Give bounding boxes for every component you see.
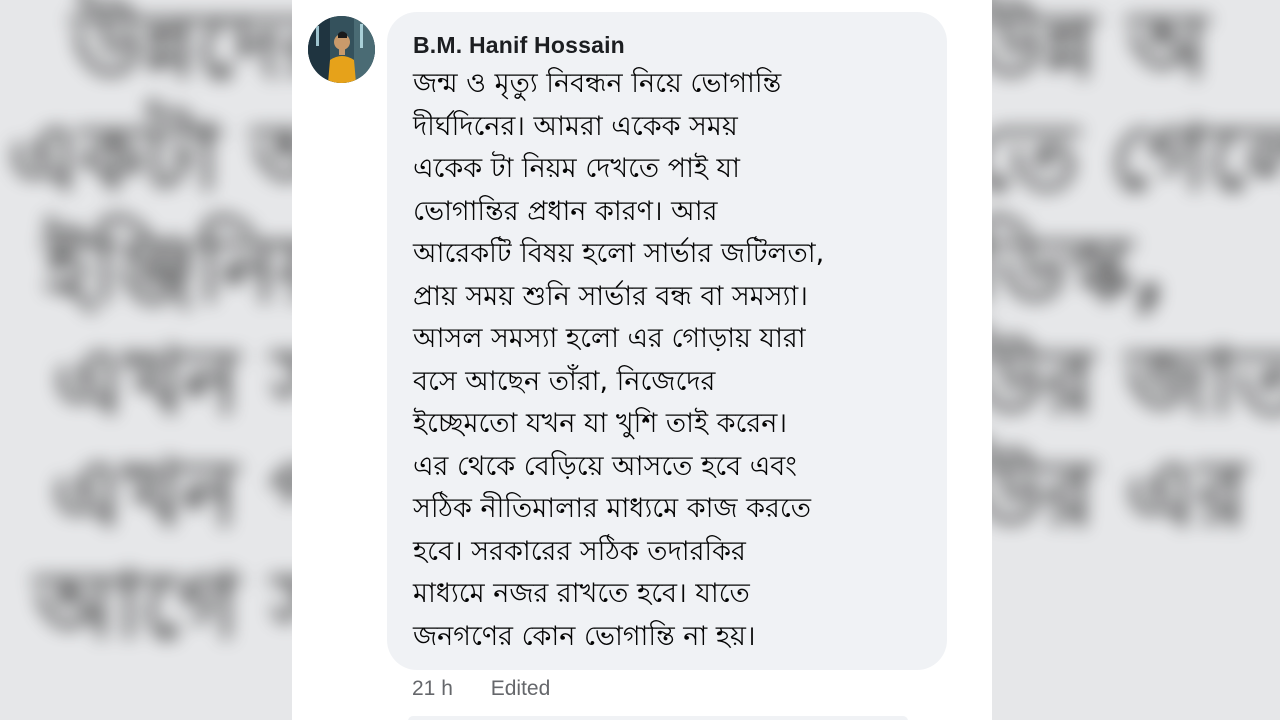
- blurred-line: উন্নদের: [71, 0, 292, 99]
- blurred-line: তে গেলে: [992, 104, 1280, 211]
- profile-photo-icon: [308, 16, 375, 83]
- avatar[interactable]: [308, 16, 375, 83]
- comment-line: দীর্ঘদিনের। আমরা একেক সময়: [413, 110, 738, 142]
- comment-line: ইচ্ছেমতো যখন যা খুশি তাই করেন।: [413, 408, 788, 439]
- comment-line: বসে আছেন তাঁরা, নিজেদের: [413, 365, 716, 397]
- comment-line: ভোগান্তির প্রধান কারণ। আর: [413, 195, 718, 227]
- comment-line: এর থেকে বেড়িয়ে আসতে হবে এবং: [413, 450, 797, 482]
- blurred-background-right: উন্ন অ তে গেলে ডিস্ক, উর জাত উর এর: [992, 0, 1280, 720]
- comment-body: জন্ম ও মৃত্যু নিবন্ধন নিয়ে ভোগান্তি দীর…: [413, 63, 923, 658]
- blurred-background-left: উন্নদের একটা অ ইঞ্জিনিয় এখন স এখন প আগে…: [0, 0, 292, 720]
- next-comment-bubble: [408, 716, 908, 720]
- comment-line: জনগণের কোন ভোগান্তি না হয়।: [413, 620, 756, 652]
- comment-line: আসল সমস্যা হলো এর গোড়ায় যারা: [413, 323, 806, 354]
- comment-line: আরেকটি বিষয় হলো সার্ভার জটিলতা,: [413, 238, 825, 269]
- comment-line: জন্ম ও মৃত্যু নিবন্ধন নিয়ে ভোগান্তি: [413, 68, 782, 99]
- blurred-line: ডিস্ক,: [992, 216, 1168, 323]
- comment-line: সঠিক নীতিমালার মাধ্যমে কাজ করতে: [413, 493, 812, 524]
- edited-label[interactable]: Edited: [491, 677, 551, 701]
- blurred-line: এখন স: [53, 328, 292, 435]
- comment-line: হবে। সরকারের সঠিক তদারকির: [413, 535, 746, 567]
- blurred-line: ইঞ্জিনিয়: [43, 216, 292, 323]
- blurred-line: উন্ন অ: [992, 0, 1208, 99]
- blurred-text-right: উন্ন অ তে গেলে ডিস্ক, উর জাত উর এর: [992, 0, 1280, 550]
- screenshot-stage: উন্নদের একটা অ ইঞ্জিনিয় এখন স এখন প আগে…: [0, 0, 1280, 720]
- blurred-line: উর এর: [992, 440, 1247, 547]
- comment-line: প্রায় সময় শুনি সার্ভার বন্ধ বা সমস্যা।: [413, 280, 808, 312]
- blurred-line: আগে স: [34, 552, 292, 659]
- blurred-line: একটা অ: [9, 104, 292, 211]
- blurred-line: উর জাত: [992, 328, 1280, 435]
- comment-timestamp-link[interactable]: 21 h: [412, 677, 453, 701]
- comment-line: মাধ্যমে নজর রাখতে হবে। যাতে: [413, 578, 750, 609]
- comment-line: একেক টা নিয়ম দেখতে পাই যা: [413, 153, 740, 184]
- comment-meta: 21 h Edited: [412, 677, 550, 701]
- blurred-line: এখন প: [52, 440, 292, 547]
- blurred-text-left: উন্নদের একটা অ ইঞ্জিনিয় এখন স এখন প আগে…: [9, 0, 292, 662]
- comment-author-link[interactable]: B.M. Hanif Hossain: [413, 32, 923, 59]
- comment-bubble: B.M. Hanif Hossain জন্ম ও মৃত্যু নিবন্ধন…: [387, 12, 947, 670]
